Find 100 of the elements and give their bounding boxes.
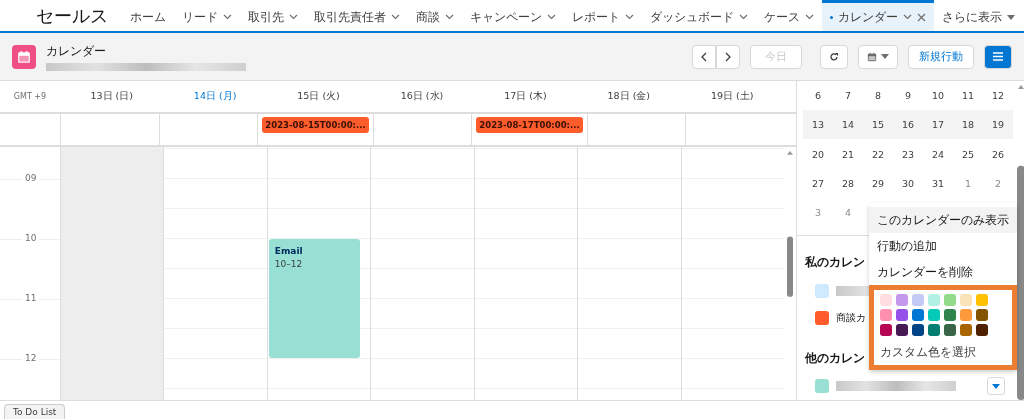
nav-tab[interactable]: リード [174, 0, 240, 31]
next-button[interactable] [716, 44, 740, 69]
color-swatch[interactable] [960, 309, 972, 321]
mini-calendar-day[interactable]: 21 [833, 139, 863, 169]
close-icon[interactable] [917, 12, 926, 22]
nav-tab[interactable]: ホーム [122, 0, 174, 31]
mini-calendar-day[interactable]: 16 [893, 110, 923, 140]
mini-calendar-day[interactable]: 9 [893, 81, 923, 111]
menu-item[interactable]: このカレンダーのみ表示 [869, 207, 1017, 233]
mini-calendar-day[interactable]: 22 [863, 139, 893, 169]
nav-tab[interactable]: 商談 [408, 0, 462, 31]
mini-calendar-day[interactable]: 26 [983, 139, 1013, 169]
color-swatch[interactable] [960, 324, 972, 336]
menu-item[interactable]: 行動の追加 [869, 233, 1017, 259]
mini-calendar-day[interactable]: 15 [863, 110, 893, 140]
calendar-icon [867, 51, 877, 62]
mini-calendar-day[interactable]: 28 [833, 168, 863, 198]
mini-calendar-day[interactable]: 29 [863, 168, 893, 198]
mini-calendar-day[interactable]: 8 [863, 81, 893, 111]
calendar-icon [17, 49, 31, 64]
nav-tab[interactable]: 取引先責任者 [306, 0, 408, 31]
calendar-event[interactable]: Email 10–12 [268, 239, 361, 358]
calendar-color-swatch[interactable] [815, 283, 829, 298]
calendar-options-button[interactable] [987, 377, 1005, 396]
mini-calendar-day[interactable]: 14 [833, 110, 863, 140]
mini-calendar-day[interactable]: 3 [803, 197, 833, 228]
color-swatch[interactable] [896, 309, 908, 321]
previous-button[interactable] [692, 44, 716, 69]
day-header[interactable]: 17日 (木) [473, 81, 578, 112]
mini-calendar-day[interactable]: 18 [953, 110, 983, 140]
color-swatch[interactable] [880, 294, 892, 306]
mini-calendar-day[interactable]: 12 [983, 81, 1013, 111]
day-header[interactable]: 13日 (日) [60, 81, 164, 112]
color-swatch[interactable] [880, 324, 892, 336]
day-header[interactable]: 18日 (金) [577, 81, 681, 112]
mini-calendar-day[interactable]: 19 [983, 110, 1013, 140]
refresh-button[interactable] [820, 44, 848, 69]
mini-calendar-day[interactable]: 17 [923, 110, 953, 140]
page-title: カレンダー [46, 42, 107, 60]
calendar-color-swatch[interactable] [815, 379, 829, 394]
mini-calendar-day[interactable]: 4 [833, 197, 863, 228]
custom-color-link[interactable]: カスタム色を選択 [880, 344, 976, 361]
nav-tab[interactable]: 取引先 [240, 0, 306, 31]
mini-calendar-day[interactable]: 24 [923, 139, 953, 169]
mini-calendar-day[interactable]: 23 [893, 139, 923, 169]
app-name: セールス [36, 3, 108, 28]
menu-item[interactable]: カレンダーを削除 [869, 259, 1017, 285]
color-swatch[interactable] [976, 324, 988, 336]
new-event-button[interactable]: 新規行動 [908, 44, 974, 69]
mini-calendar-day[interactable]: 30 [893, 168, 923, 198]
color-swatch[interactable] [976, 309, 988, 321]
nav-tab[interactable]: カレンダー [822, 0, 934, 31]
all-day-event[interactable]: 2023-08-17T00:00:... [476, 117, 583, 133]
nav-tab[interactable]: レポート [564, 0, 642, 31]
color-swatch[interactable] [928, 324, 940, 336]
mini-calendar-day[interactable]: 7 [833, 81, 863, 111]
color-swatch[interactable] [896, 324, 908, 336]
caret-down-icon [1007, 14, 1015, 20]
color-swatch[interactable] [928, 309, 940, 321]
color-swatch[interactable] [880, 309, 892, 321]
day-header[interactable]: 19日 (土) [680, 81, 784, 112]
calendar-color-swatch[interactable] [815, 311, 829, 326]
color-swatch[interactable] [912, 309, 924, 321]
color-swatch[interactable] [896, 294, 908, 306]
nav-tab[interactable]: ダッシュボード [642, 0, 756, 31]
nav-tab[interactable]: ケース [756, 0, 822, 31]
all-day-event[interactable]: 2023-08-15T00:00:... [262, 117, 369, 133]
chevron-left-icon [701, 51, 707, 62]
color-swatch[interactable] [960, 294, 972, 306]
mini-calendar-day[interactable]: 27 [803, 168, 833, 198]
section-title: 私のカレン [805, 254, 865, 272]
color-swatch[interactable] [928, 294, 940, 306]
color-swatch[interactable] [912, 294, 924, 306]
mini-calendar-day[interactable]: 31 [923, 168, 953, 198]
chevron-right-icon [725, 51, 731, 62]
mini-calendar-day[interactable]: 25 [953, 139, 983, 169]
color-swatch[interactable] [944, 309, 956, 321]
mini-calendar-day[interactable]: 2 [983, 168, 1013, 198]
color-swatch[interactable] [944, 324, 956, 336]
day-header[interactable]: 16日 (水) [370, 81, 474, 112]
color-swatch[interactable] [912, 324, 924, 336]
calendar-view-button[interactable] [858, 44, 898, 69]
day-header[interactable]: 14日 (月) [163, 81, 267, 112]
mini-calendar-day[interactable]: 13 [803, 110, 833, 140]
color-swatch[interactable] [944, 294, 956, 306]
nav-tab[interactable]: キャンペーン [462, 0, 564, 31]
mini-calendar-day[interactable]: 10 [923, 81, 953, 111]
hour-label: 09 [22, 173, 40, 183]
day-header[interactable]: 15日 (火) [266, 81, 371, 112]
mini-calendar-day[interactable]: 1 [953, 168, 983, 198]
calendar-name[interactable]: 商談カ [836, 311, 866, 325]
more-tab[interactable]: さらに表示 [934, 0, 1023, 31]
menu-button[interactable] [984, 44, 1012, 69]
color-swatch[interactable] [976, 294, 988, 306]
mini-calendar-day[interactable]: 20 [803, 139, 833, 169]
utility-tab[interactable]: To Do List [4, 404, 66, 419]
mini-calendar-day[interactable]: 11 [953, 81, 983, 111]
selected-week-row[interactable]: 13 14 15 16 17 18 19 [803, 110, 1013, 140]
caret-down-icon [992, 383, 1000, 389]
mini-calendar-day[interactable]: 6 [803, 81, 833, 111]
